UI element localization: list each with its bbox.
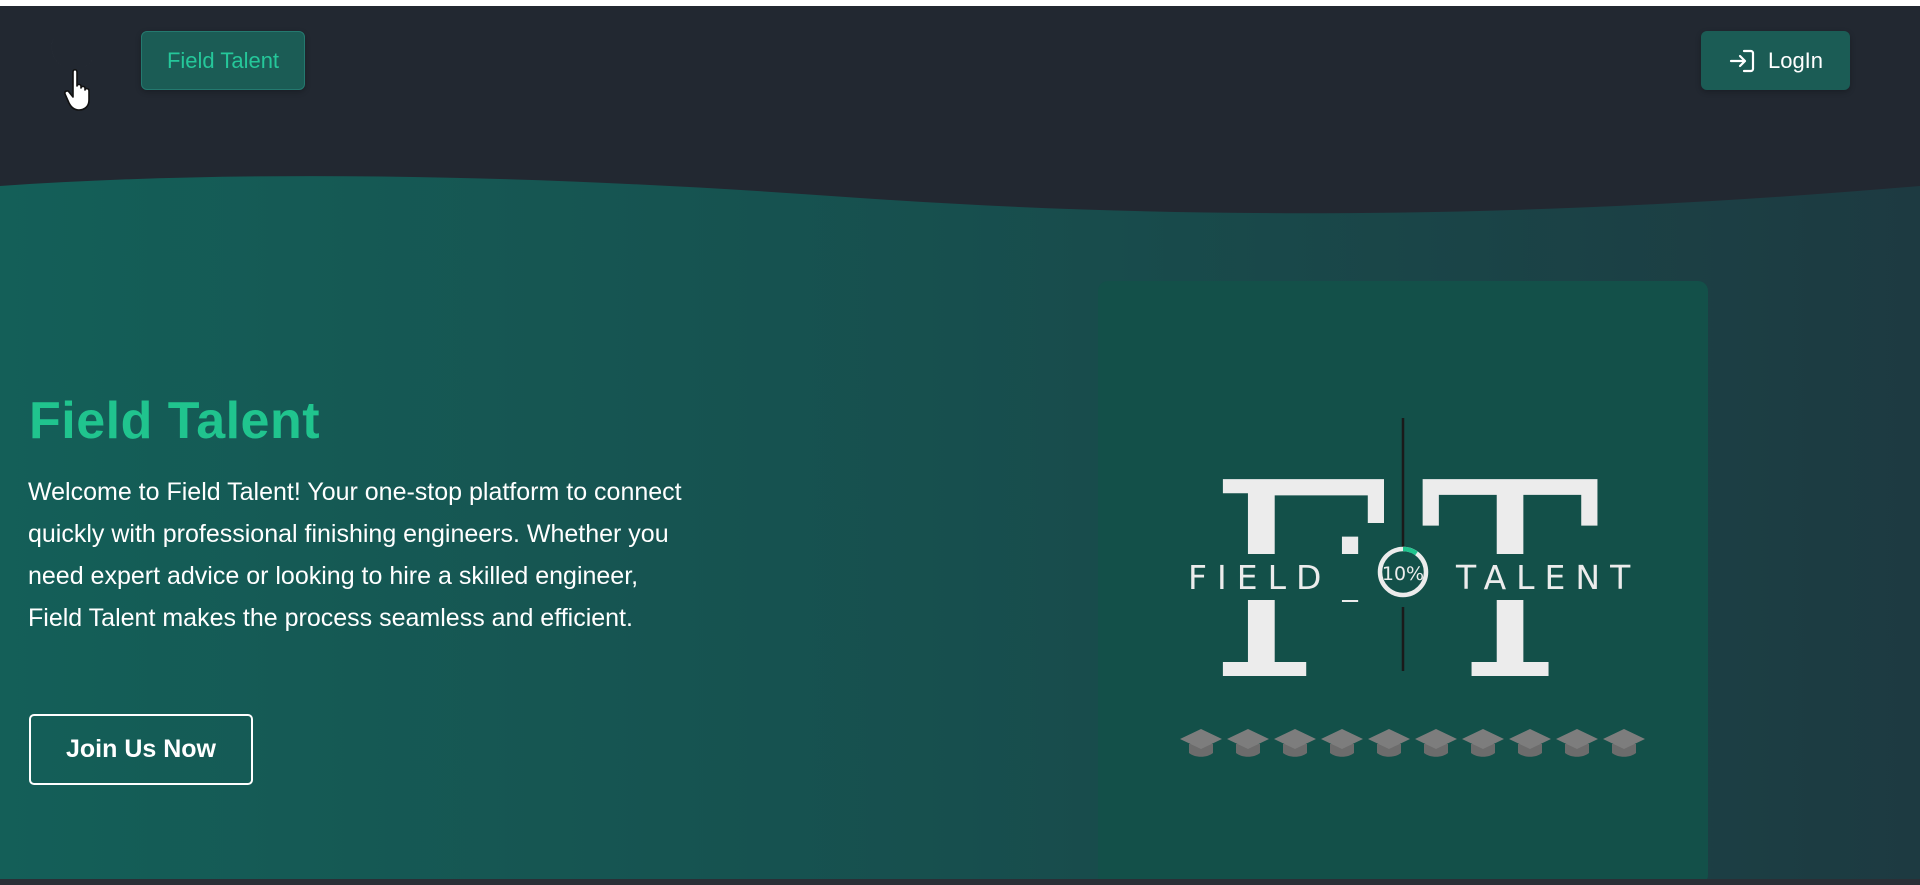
hand-cursor-icon bbox=[64, 68, 90, 111]
login-arrow-icon bbox=[1729, 49, 1755, 72]
login-button-label: LogIn bbox=[1767, 47, 1824, 73]
progress-percent: 10% bbox=[1382, 563, 1424, 585]
join-us-now-button[interactable]: Join Us Now bbox=[29, 714, 253, 785]
field-talent-logo: F T FIELD TALENT 10% bbox=[1178, 418, 1676, 757]
logo-word-talent: TALENT bbox=[1455, 558, 1640, 597]
graduation-cap-icon bbox=[1603, 729, 1645, 757]
field-talent-nav-button[interactable]: Field Talent bbox=[141, 31, 305, 90]
page: Field Talent LogIn Field Talent Welcome … bbox=[0, 6, 1920, 885]
hero-title: Field Talent bbox=[29, 392, 321, 450]
logo-card: F T FIELD TALENT 10% bbox=[1098, 281, 1708, 885]
graduation-caps-row bbox=[1180, 729, 1645, 757]
logo-word-field: FIELD bbox=[1188, 558, 1331, 597]
login-button[interactable]: LogIn bbox=[1701, 31, 1850, 90]
bottom-bar bbox=[0, 879, 1920, 885]
hero-description: Welcome to Field Talent! Your one-stop p… bbox=[28, 478, 682, 632]
